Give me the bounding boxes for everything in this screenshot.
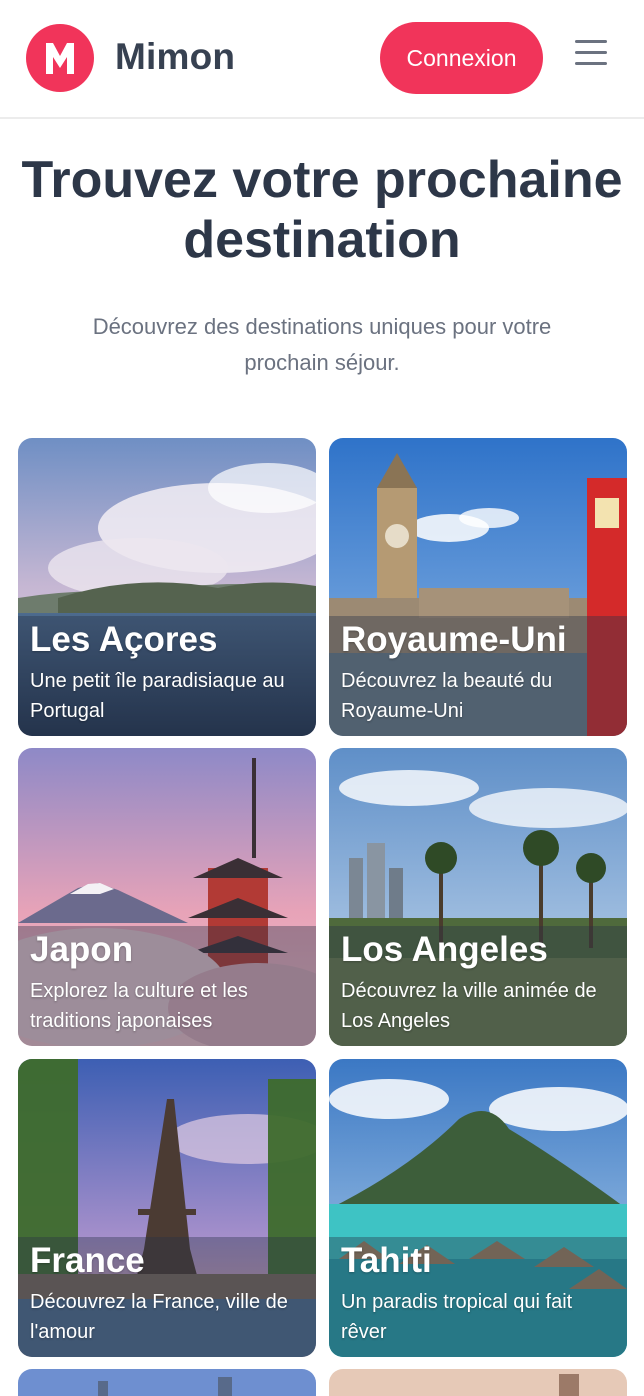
card-title: France (30, 1241, 145, 1280)
hamburger-menu-icon[interactable] (573, 38, 609, 68)
card-title: Les Açores (30, 620, 218, 659)
login-button[interactable]: Connexion (380, 22, 543, 94)
destination-card-tahiti[interactable]: Tahiti Un paradis tropical qui fait rêve… (329, 1059, 627, 1357)
destination-card-partial-left[interactable] (18, 1369, 316, 1396)
card-title: Los Angeles (341, 930, 548, 969)
top-navbar: Mimon Connexion (0, 0, 644, 119)
destination-card-acores[interactable]: Les Açores Une petit île paradisiaque au… (18, 438, 316, 736)
card-title: Tahiti (341, 1241, 432, 1280)
card-description: Une petit île paradisiaque au Portugal (30, 670, 285, 722)
partial-card-image (329, 1369, 627, 1396)
destination-card-royaume-uni[interactable]: Royaume-Uni Découvrez la beauté du Royau… (329, 438, 627, 736)
card-title: Royaume-Uni (341, 620, 567, 659)
destination-card-japon[interactable]: Japon Explorez la culture et les traditi… (18, 748, 316, 1046)
card-description: Explorez la culture et les traditions ja… (30, 980, 248, 1032)
card-title: Japon (30, 930, 134, 969)
destination-card-los-angeles[interactable]: Los Angeles Découvrez la ville animée de… (329, 748, 627, 1046)
card-description: Un paradis tropical qui fait rêver (341, 1291, 573, 1343)
page-title: Trouvez votre prochaine destination (21, 151, 623, 269)
card-description: Découvrez la beauté du Royaume-Uni (341, 670, 553, 722)
logo-m-glyph (46, 43, 74, 74)
destination-card-partial-right[interactable] (329, 1369, 627, 1396)
destination-card-france[interactable]: France Découvrez la France, ville de l'a… (18, 1059, 316, 1357)
page-subtitle: Découvrez des destinations uniques pour … (92, 314, 552, 375)
mimon-logo[interactable] (26, 24, 94, 92)
brand-name[interactable]: Mimon (115, 36, 235, 78)
card-description: Découvrez la ville animée de Los Angeles (341, 980, 597, 1032)
card-description: Découvrez la France, ville de l'amour (30, 1291, 288, 1343)
partial-card-image (18, 1369, 316, 1396)
